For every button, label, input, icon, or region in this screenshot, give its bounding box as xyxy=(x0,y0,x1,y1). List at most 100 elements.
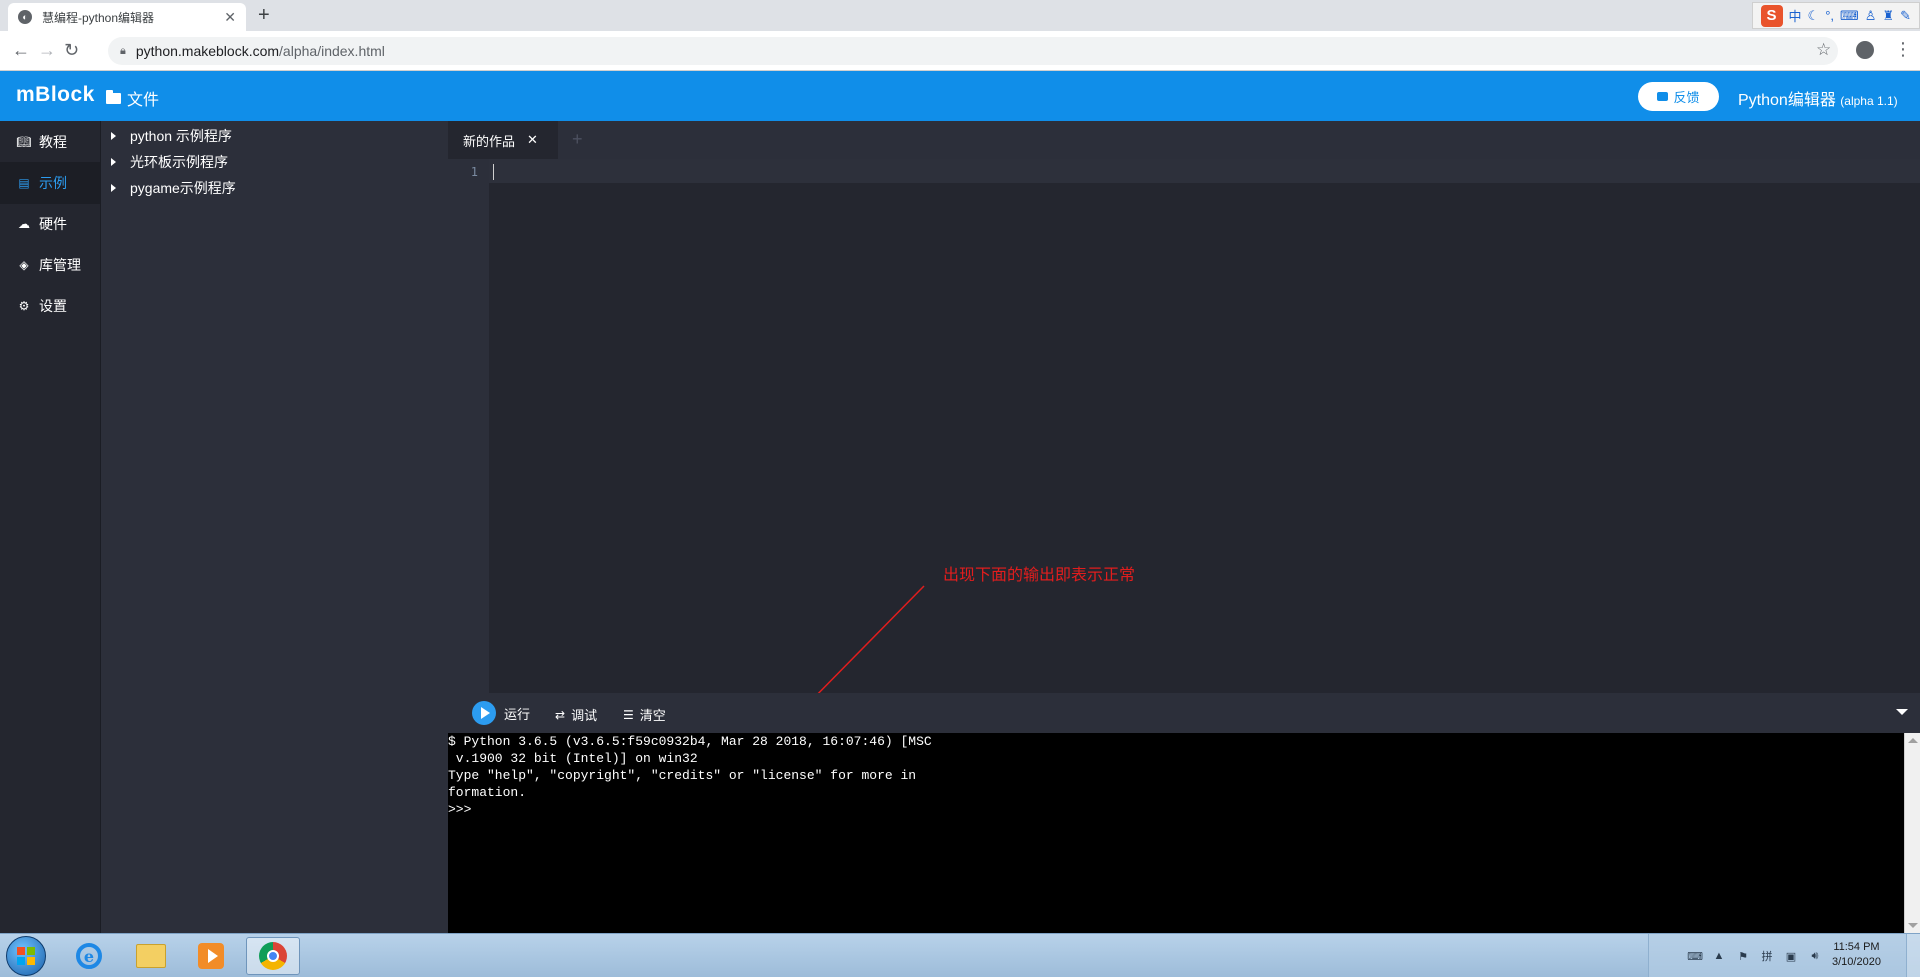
console-output[interactable]: $ Python 3.6.5 (v3.6.5:f59c0932b4, Mar 2… xyxy=(448,733,1920,933)
start-button[interactable] xyxy=(6,936,46,976)
console-line: Type "help", "copyright", "credits" or "… xyxy=(448,768,917,783)
examples-panel: python 示例程序 光环板示例程序 pygame示例程序 xyxy=(100,121,448,933)
browser-menu-icon[interactable]: ⋮ xyxy=(1894,39,1912,60)
wrench-icon[interactable]: ✎ xyxy=(1900,8,1911,24)
editor-title: Python编辑器 (alpha 1.1) xyxy=(1738,86,1898,110)
bookmark-star-icon[interactable]: ☆ xyxy=(1816,40,1831,60)
feedback-label: 反馈 xyxy=(1673,90,1700,105)
volume-icon[interactable]: 🔊︎ xyxy=(1809,950,1821,962)
back-icon[interactable]: ← xyxy=(12,40,30,61)
editor-tabstrip: 新的作品 ✕ + xyxy=(448,121,1920,159)
close-tab-icon[interactable]: ✕ xyxy=(224,9,236,26)
file-menu[interactable]: 文件 xyxy=(106,86,159,110)
caret-right-icon[interactable] xyxy=(111,132,116,140)
book-icon: 📖︎ xyxy=(16,135,32,149)
editor-tab[interactable]: 新的作品 ✕ xyxy=(448,121,558,159)
debug-label: 调试 xyxy=(571,708,598,723)
internet-explorer-icon: e xyxy=(76,943,102,969)
taskbar-ie[interactable]: e xyxy=(62,937,116,975)
run-label: 运行 xyxy=(504,706,531,722)
nav-label: 示例 xyxy=(39,175,67,191)
nav-label: 设置 xyxy=(39,298,67,314)
collapse-icon[interactable] xyxy=(1896,709,1908,715)
show-desktop-button[interactable] xyxy=(1906,934,1920,977)
ime-tray-icon[interactable]: 拼 xyxy=(1761,950,1773,963)
tree-item-pygame-examples[interactable]: pygame示例程序 xyxy=(101,175,236,201)
user-icon[interactable]: ♙ xyxy=(1865,8,1877,24)
console-prompt: >>> xyxy=(448,802,472,817)
chrome-icon xyxy=(259,942,287,970)
taskbar: e ⌨ ▲ ⚑ 拼 ▣ 🔊︎ 11:54 PM 3/10/2020 xyxy=(0,933,1920,977)
tree-item-python-examples[interactable]: python 示例程序 xyxy=(101,123,232,149)
ime-toolbar[interactable]: S 中 ☾ °, ⌨ ♙ ♜ ✎ xyxy=(1751,2,1920,29)
editor-version: (alpha 1.1) xyxy=(1840,94,1898,108)
console-scrollbar[interactable] xyxy=(1904,733,1920,933)
console-line: formation. xyxy=(448,785,527,800)
flag-icon[interactable]: ⚑ xyxy=(1737,950,1749,963)
line-number: 1 xyxy=(470,165,478,179)
sogou-logo-icon: S xyxy=(1760,4,1783,27)
nav-label: 教程 xyxy=(39,134,67,150)
keyboard-tray-icon[interactable]: ⌨ xyxy=(1687,950,1703,963)
browser-toolbar: ← → ↻ 🔒︎ python.makeblock.com/alpha/inde… xyxy=(0,31,1920,71)
url-path: /alpha/index.html xyxy=(279,43,385,59)
debug-button[interactable]: ⇄ 调试 xyxy=(555,705,597,724)
taskbar-explorer[interactable] xyxy=(124,937,178,975)
brand-logo[interactable]: mBlock xyxy=(16,83,95,107)
browser-tab-title: 慧编程-python编辑器 xyxy=(42,10,155,25)
show-hidden-icons[interactable]: ▲ xyxy=(1713,950,1725,962)
caret-right-icon[interactable] xyxy=(111,184,116,192)
forward-icon[interactable]: → xyxy=(38,40,56,61)
browser-tabbar: ◐ 慧编程-python编辑器 ✕ + S 中 ☾ °, ⌨ ♙ ♜ ✎ xyxy=(0,0,1920,31)
scroll-up-icon[interactable] xyxy=(1908,738,1918,743)
moon-icon[interactable]: ☾ xyxy=(1808,8,1820,24)
app-header: mBlock 文件 反馈 Python编辑器 (alpha 1.1) xyxy=(0,71,1920,121)
clock-time: 11:54 PM xyxy=(1833,941,1880,953)
taskbar-chrome[interactable] xyxy=(246,937,300,975)
screen: ◐ 慧编程-python编辑器 ✕ + S 中 ☾ °, ⌨ ♙ ♜ ✎ ← →… xyxy=(0,0,1920,977)
caret-right-icon[interactable] xyxy=(111,158,116,166)
chat-icon xyxy=(1657,92,1669,101)
ime-mode[interactable]: 中 xyxy=(1789,6,1802,25)
file-menu-label: 文件 xyxy=(127,92,160,109)
close-icon[interactable]: ✕ xyxy=(527,132,538,148)
active-line[interactable] xyxy=(489,159,1920,183)
gear-icon: ⚙ xyxy=(18,299,30,313)
feedback-button[interactable]: 反馈 xyxy=(1638,82,1719,111)
scroll-down-icon[interactable] xyxy=(1908,923,1918,928)
taskbar-media[interactable] xyxy=(184,937,238,975)
nav-item-tutorial[interactable]: 📖︎ 教程 xyxy=(0,121,100,163)
line-gutter: 1 xyxy=(448,159,489,693)
clear-label: 清空 xyxy=(639,708,666,723)
add-tab-button[interactable]: + xyxy=(572,129,583,150)
keyboard-icon[interactable]: ⌨ xyxy=(1840,8,1859,24)
profile-icon[interactable] xyxy=(1856,41,1874,59)
swap-icon: ⇄ xyxy=(555,707,566,722)
browser-tab[interactable]: ◐ 慧编程-python编辑器 ✕ xyxy=(8,3,246,31)
new-tab-button[interactable]: + xyxy=(258,4,270,27)
tree-item-label: pygame示例程序 xyxy=(130,180,236,196)
nav-item-examples[interactable]: ▤ 示例 xyxy=(0,162,100,204)
robot-icon: ☁ xyxy=(18,217,30,231)
lock-icon[interactable]: 🔒︎ xyxy=(120,45,126,58)
folder-icon xyxy=(136,944,166,968)
clock-date: 3/10/2020 xyxy=(1832,956,1881,968)
punctuation-icon[interactable]: °, xyxy=(1825,8,1834,23)
shirt-icon[interactable]: ♜ xyxy=(1882,8,1894,24)
code-editor[interactable]: 新的作品 ✕ + 1 xyxy=(448,121,1920,693)
editor-tab-label: 新的作品 xyxy=(463,133,516,149)
nav-item-hardware[interactable]: ☁ 硬件 xyxy=(0,203,100,245)
run-button[interactable]: 运行 xyxy=(472,701,530,725)
nav-item-settings[interactable]: ⚙ 设置 xyxy=(0,285,100,327)
clear-button[interactable]: ☰ 清空 xyxy=(623,705,666,724)
folder-icon xyxy=(106,89,121,104)
media-player-icon xyxy=(198,943,224,969)
network-icon[interactable]: ▣ xyxy=(1785,950,1797,963)
nav-item-library[interactable]: ◈ 库管理 xyxy=(0,244,100,286)
clock[interactable]: 11:54 PM 3/10/2020 xyxy=(1832,940,1881,970)
tree-item-halocode-examples[interactable]: 光环板示例程序 xyxy=(101,149,228,175)
reload-icon[interactable]: ↻ xyxy=(64,40,79,61)
run-toolbar: 运行 ⇄ 调试 ☰ 清空 xyxy=(448,693,1920,733)
address-bar[interactable]: 🔒︎ python.makeblock.com/alpha/index.html xyxy=(108,37,1838,65)
globe-icon: ◐ xyxy=(18,10,32,24)
